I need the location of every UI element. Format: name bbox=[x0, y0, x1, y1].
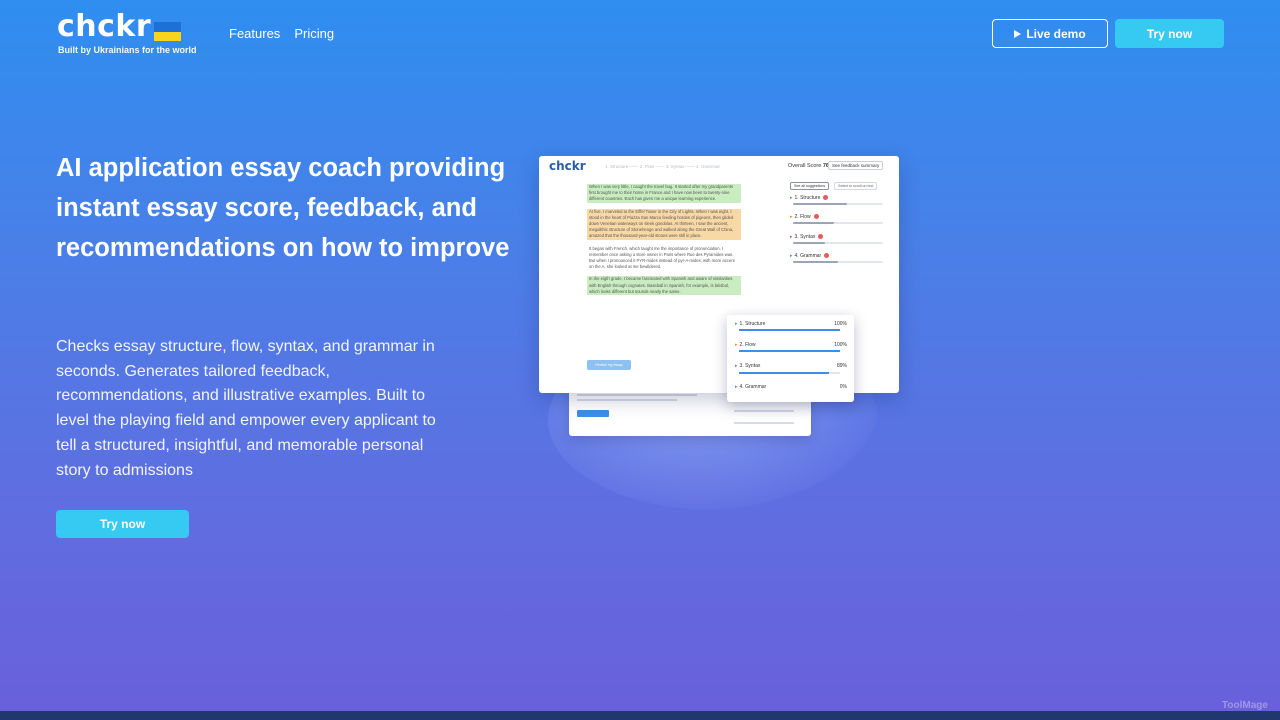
preview-category: ▸ 2. Flow bbox=[790, 214, 819, 220]
preview-summary-button: See feedback summary bbox=[828, 161, 884, 170]
caret-right-icon: ▸ bbox=[735, 342, 738, 348]
tagline: Built by Ukrainians for the world bbox=[58, 45, 197, 55]
caret-right-icon: ▸ bbox=[735, 321, 738, 327]
essay-paragraph: When I was very little, I caught the tra… bbox=[587, 184, 741, 203]
essay-paragraph: At five, I marveled to the Eiffel Tower … bbox=[587, 208, 741, 240]
score-row: ▸ 2. Flow 100% bbox=[735, 342, 847, 348]
score-bar bbox=[739, 372, 840, 374]
preview-category-bar bbox=[793, 222, 883, 224]
alert-dot-icon bbox=[813, 214, 819, 220]
live-demo-label: Live demo bbox=[1026, 26, 1086, 41]
caret-right-icon: ▸ bbox=[790, 195, 793, 201]
play-icon bbox=[1014, 29, 1022, 38]
try-now-hero-button[interactable]: Try now bbox=[56, 510, 189, 538]
preview-logo: chckr bbox=[549, 159, 586, 173]
score-row: ▸ 1. Structure 100% bbox=[735, 321, 847, 327]
score-popup-card: ▸ 1. Structure 100% ▸ 2. Flow 100% ▸ 3. Synta… bbox=[727, 315, 854, 402]
preview-category-bar bbox=[793, 203, 883, 205]
watermark: ToolMage bbox=[1222, 700, 1268, 711]
preview-tab: See all suggestions bbox=[790, 182, 830, 190]
preview-review-button: Review my essay bbox=[587, 360, 631, 370]
essay-paragraph: It began with French, which taught me th… bbox=[589, 245, 735, 270]
bottom-bar bbox=[0, 711, 1280, 720]
nav-link-features[interactable]: Features bbox=[229, 26, 280, 41]
live-demo-button[interactable]: Live demo bbox=[992, 19, 1108, 48]
essay-paragraph: In the eigth grade, I became fascinated … bbox=[587, 276, 741, 296]
preview-category-bar bbox=[793, 242, 883, 244]
preview-category: ▸ 3. Syntax bbox=[790, 234, 824, 240]
ukraine-flag-icon bbox=[154, 22, 182, 41]
score-row: ▸ 3. Syntax 89% bbox=[735, 363, 847, 369]
alert-dot-icon bbox=[818, 234, 824, 240]
caret-right-icon: ▸ bbox=[790, 234, 793, 240]
alert-dot-icon bbox=[824, 253, 830, 259]
caret-right-icon: ▸ bbox=[735, 384, 738, 390]
preview-category: ▸ 4. Grammar bbox=[790, 253, 830, 259]
score-bar bbox=[739, 329, 840, 331]
preview-essay-text: When I was very little, I caught the tra… bbox=[587, 184, 741, 364]
caret-right-icon: ▸ bbox=[735, 363, 738, 369]
score-bar bbox=[739, 350, 840, 352]
try-now-header-button[interactable]: Try now bbox=[1115, 19, 1224, 48]
caret-right-icon: ▸ bbox=[790, 214, 793, 220]
logo-wordmark: chckr bbox=[57, 9, 152, 44]
preview-tab: Select to scroll on text bbox=[834, 182, 878, 190]
main-nav: Features Pricing bbox=[229, 26, 334, 41]
preview-category-bar bbox=[793, 261, 883, 263]
caret-right-icon: ▸ bbox=[790, 253, 793, 259]
preview-tabs: See all suggestions Select to scroll on … bbox=[790, 182, 878, 190]
preview-category: ▸ 1. Structure bbox=[790, 195, 829, 201]
nav-link-pricing[interactable]: Pricing bbox=[294, 26, 334, 41]
back-card-review-button bbox=[577, 410, 609, 417]
logo[interactable]: chckr Built by Ukrainians for the world bbox=[57, 9, 197, 56]
preview-steps: 1. Structure —— 2. Flow —— 3. Syntax —— … bbox=[605, 164, 721, 169]
alert-dot-icon bbox=[823, 195, 829, 201]
hero-title: AI application essay coach providing ins… bbox=[56, 154, 510, 262]
score-row: ▸ 4. Grammar 0% bbox=[735, 384, 847, 390]
hero-description: Checks essay structure, flow, syntax, an… bbox=[56, 338, 436, 479]
preview-overall-score: Overall Score 76 bbox=[788, 163, 829, 169]
